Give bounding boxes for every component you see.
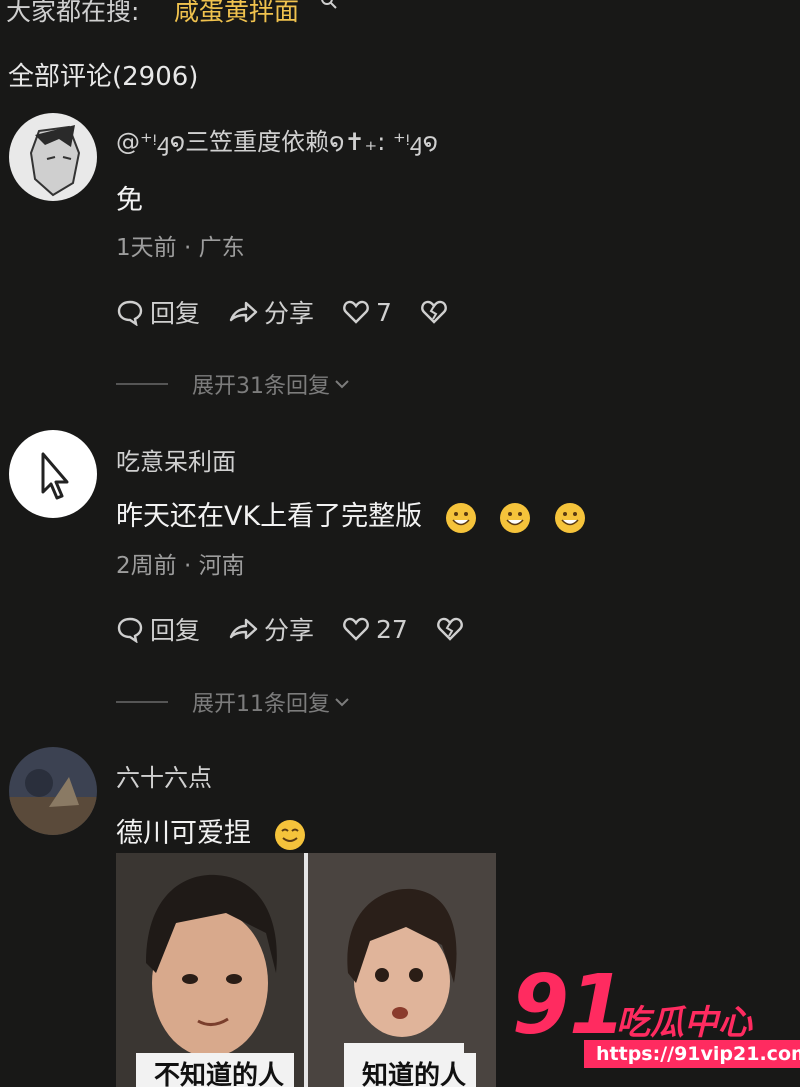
watermark-logo-number: 91 xyxy=(512,958,627,1053)
comment-username[interactable]: 吃意呆利面 xyxy=(116,442,236,477)
expand-replies-button[interactable]: 展开31条回复 xyxy=(116,368,350,400)
comment-text: 昨天还在VK上看了完整版 xyxy=(116,494,586,534)
comment-image[interactable]: 不知道的人 知道的人 xyxy=(116,853,496,1087)
chevron-down-icon xyxy=(335,380,349,389)
broken-heart-icon xyxy=(421,300,447,324)
reply-icon xyxy=(117,300,143,326)
share-icon xyxy=(229,618,258,640)
trending-label: 大家都在搜: xyxy=(6,0,140,26)
meme-image xyxy=(116,853,496,1087)
comment-meta: 1天前 · 广东 xyxy=(116,235,245,261)
comment-username[interactable]: 六十六点 xyxy=(116,758,212,793)
broken-heart-icon xyxy=(436,617,463,641)
like-button[interactable]: 7 xyxy=(342,298,392,327)
avatar[interactable] xyxy=(9,430,97,518)
smile-emoji-icon xyxy=(554,502,585,533)
avatar[interactable] xyxy=(9,113,97,201)
trending-search-term[interactable]: 咸蛋黄拌面 xyxy=(174,0,299,28)
dislike-button[interactable] xyxy=(420,298,454,326)
reply-button[interactable]: 回复 xyxy=(116,294,200,330)
wink-emoji-icon xyxy=(274,819,305,850)
share-button[interactable]: 分享 xyxy=(228,611,314,647)
share-button[interactable]: 分享 xyxy=(228,294,314,330)
comment-text: 德川可爱捏 xyxy=(116,811,306,851)
comment-username[interactable]: @⁺ᵎꜭ໑三笠重度依赖໑✝₊: ⁺ᵎꜭ໑ xyxy=(116,122,438,158)
meme-caption-left: 不知道的人 xyxy=(144,1053,295,1087)
search-icon[interactable] xyxy=(320,0,338,10)
avatar[interactable] xyxy=(9,747,97,835)
like-button[interactable]: 27 xyxy=(342,615,408,644)
meme-caption-right: 知道的人 xyxy=(352,1053,477,1087)
dislike-button[interactable] xyxy=(436,615,470,643)
comments-count: 全部评论(2906) xyxy=(8,62,199,92)
share-icon xyxy=(229,301,258,323)
watermark-logo-text: 吃瓜中心 xyxy=(616,1003,752,1043)
heart-icon xyxy=(343,300,369,324)
expand-replies-button[interactable]: 展开11条回复 xyxy=(116,686,350,718)
chevron-down-icon xyxy=(335,698,349,707)
comment-actions: 回复 分享 27 xyxy=(116,611,498,647)
reply-button[interactable]: 回复 xyxy=(116,611,200,647)
comment-meta: 2周前 · 河南 xyxy=(116,553,245,579)
smile-emoji-icon xyxy=(500,502,531,533)
comment-actions: 回复 分享 7 xyxy=(116,294,482,330)
reply-icon xyxy=(117,617,143,643)
comment-text: 免 xyxy=(116,185,143,216)
divider xyxy=(116,383,168,385)
divider xyxy=(116,701,168,703)
watermark-url: https://91vip21.com xyxy=(584,1040,800,1068)
smile-emoji-icon xyxy=(445,502,476,533)
heart-icon xyxy=(343,617,369,641)
